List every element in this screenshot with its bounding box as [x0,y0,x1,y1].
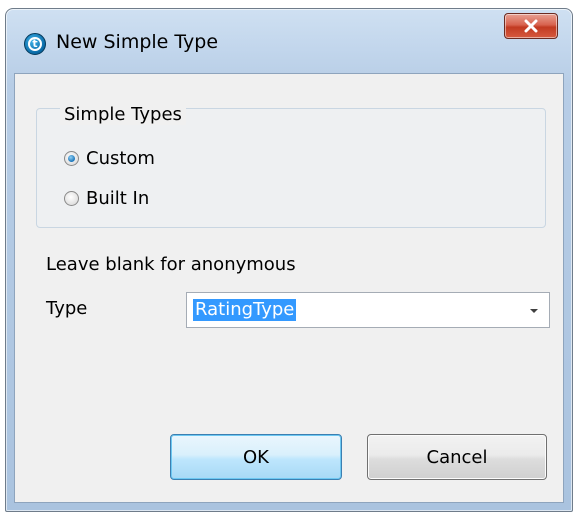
hint-text: Leave blank for anonymous [46,254,296,275]
combo-dropdown-button[interactable] [519,293,549,327]
chevron-down-icon [530,309,538,313]
group-legend: Simple Types [60,104,186,125]
radio-custom-indicator[interactable] [64,150,79,166]
radio-built-in-label: Built In [86,187,150,209]
radio-built-in-indicator[interactable] [64,190,79,206]
dialog-title: New Simple Type [56,31,219,53]
ok-button[interactable]: OK [170,434,342,480]
cancel-button[interactable]: Cancel [367,434,547,480]
type-combobox[interactable]: RatingType [186,292,550,328]
app-icon: t [24,33,46,55]
close-button[interactable] [504,13,558,39]
radio-custom[interactable]: Custom [64,146,155,170]
type-label: Type [46,298,88,319]
close-icon [524,19,538,33]
radio-built-in[interactable]: Built In [64,186,149,210]
title-bar[interactable]: t New Simple Type [6,9,572,73]
type-input[interactable]: RatingType [193,299,297,321]
radio-custom-label: Custom [86,147,155,169]
